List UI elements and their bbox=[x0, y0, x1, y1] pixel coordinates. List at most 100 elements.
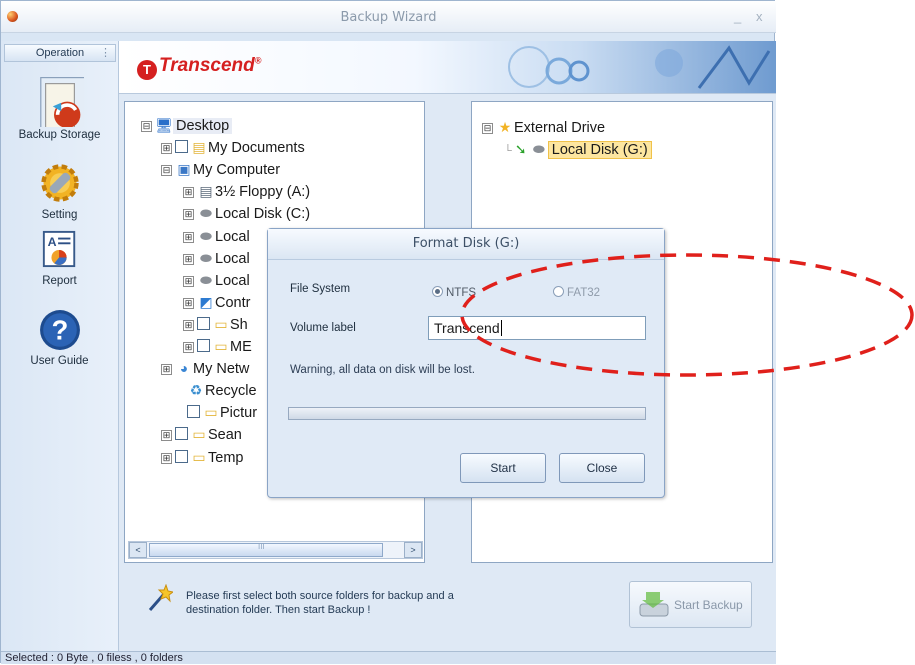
expand-toggle[interactable]: ⊞ bbox=[183, 319, 194, 331]
folder-icon: ▭ bbox=[214, 315, 228, 332]
operation-header-label: Operation bbox=[35, 47, 85, 59]
scroll-thumb[interactable]: III bbox=[149, 542, 383, 557]
tree-row[interactable]: ⊞ ⬬ Local bbox=[183, 247, 250, 269]
disk-icon: ⬬ bbox=[200, 227, 212, 244]
folder-checkbox[interactable] bbox=[197, 316, 210, 330]
control-panel-icon: ◩ bbox=[199, 293, 213, 310]
folder-checkbox[interactable] bbox=[197, 339, 210, 352]
tree-label: 3½ Floppy (A:) bbox=[215, 184, 311, 201]
operation-header: Operation ⋮ bbox=[4, 44, 116, 62]
sidebar-item-setting-label: Setting bbox=[41, 209, 78, 221]
tree-label: Local bbox=[215, 250, 250, 267]
tree-label: Recycle bbox=[205, 383, 257, 400]
tree-label: External Drive bbox=[514, 120, 606, 136]
tree-row[interactable]: ▭ Pictur bbox=[173, 401, 257, 423]
tree-row[interactable]: ⊞ ⬬ Local bbox=[183, 269, 250, 291]
tree-row[interactable]: ⊞ ▭ Temp bbox=[161, 446, 243, 468]
folder-checkbox[interactable] bbox=[175, 427, 188, 441]
tree-row[interactable]: ⊞ ⬬ Local Disk (C:) bbox=[183, 202, 310, 224]
window-title: Backup Wizard bbox=[340, 10, 437, 25]
tree-label: My Computer bbox=[193, 162, 281, 179]
tree-row[interactable]: ⊟ 🖥 Desktop bbox=[141, 114, 233, 136]
tree-row[interactable]: ⊞ ▤ My Documents bbox=[161, 136, 305, 158]
tree-row[interactable]: ⊞ ▭ Sean bbox=[161, 423, 242, 445]
expand-toggle[interactable]: ⊞ bbox=[161, 452, 172, 464]
backup-storage-icon bbox=[39, 77, 84, 127]
expand-toggle[interactable]: ⊞ bbox=[161, 143, 172, 155]
floppy-icon: ▤ bbox=[199, 183, 213, 200]
format-close-button[interactable]: Close bbox=[559, 453, 645, 483]
sidebar-item-user-guide[interactable]: ? User Guide bbox=[1, 309, 118, 367]
title-bar[interactable]: Backup Wizard _ x bbox=[1, 1, 776, 33]
transcend-logo-mark: T bbox=[137, 60, 157, 80]
collapse-toggle[interactable]: ⊟ bbox=[482, 123, 493, 134]
tree-row[interactable]: ⊞ ◕ My Netw bbox=[161, 357, 249, 379]
sidebar-item-backup-storage[interactable]: Backup Storage bbox=[1, 69, 118, 141]
tree-row-local-disk-g[interactable]: └ ➘ ⬬ Local Disk (G:) bbox=[504, 138, 652, 160]
tree-label: Pictur bbox=[220, 405, 258, 422]
tree-label: Desktop bbox=[173, 118, 233, 134]
star-icon: ★ bbox=[498, 119, 512, 135]
folder-checkbox[interactable] bbox=[175, 140, 188, 154]
tree-row[interactable]: ⊞ ▭ ME bbox=[183, 335, 252, 357]
sidebar-item-user-guide-label: User Guide bbox=[30, 355, 89, 367]
expand-toggle[interactable]: ⊞ bbox=[183, 342, 194, 353]
disk-icon: ⬬ bbox=[200, 271, 212, 288]
tree-row[interactable]: ⊞ ▤ 3½ Floppy (A:) bbox=[183, 180, 310, 202]
expand-toggle[interactable]: ⊞ bbox=[161, 430, 172, 442]
sidebar-item-setting[interactable]: Setting bbox=[1, 161, 118, 221]
expand-toggle[interactable]: ⊞ bbox=[161, 364, 172, 376]
tree-row[interactable]: ⊟ ▣ My Computer bbox=[161, 158, 280, 180]
brand-banner: T Transcend® bbox=[119, 41, 776, 94]
desktop-icon: 🖥 bbox=[155, 117, 173, 133]
expand-toggle[interactable]: ⊟ bbox=[161, 165, 172, 177]
expand-toggle[interactable]: ⊞ bbox=[183, 231, 194, 243]
minimize-button[interactable]: _ bbox=[734, 9, 741, 24]
folder-checkbox[interactable] bbox=[175, 449, 188, 463]
disk-icon: ⬬ bbox=[532, 141, 545, 157]
disk-icon: ⬬ bbox=[200, 205, 212, 222]
format-progress-bar bbox=[288, 407, 646, 420]
volume-label-caption: Volume label bbox=[290, 322, 356, 334]
help-question-icon: ? bbox=[39, 310, 80, 350]
tree-row[interactable]: ⊞ ▭ Sh bbox=[183, 313, 248, 335]
computer-icon: ▣ bbox=[177, 161, 191, 178]
expand-toggle[interactable]: ⊞ bbox=[183, 253, 194, 265]
sidebar-item-report-label: Report bbox=[42, 275, 77, 287]
tree-label: ME bbox=[230, 339, 252, 355]
network-icon: ◕ bbox=[179, 360, 189, 377]
operation-sidebar: Operation ⋮ Backup Storage Setting A Rep… bbox=[1, 41, 119, 651]
tree-row[interactable]: ⊞ ⬬ Local bbox=[183, 225, 250, 247]
folder-checkbox[interactable] bbox=[187, 405, 200, 419]
transcend-logo: T Transcend® bbox=[137, 55, 261, 80]
tree-label: Contr bbox=[215, 294, 251, 311]
source-horizontal-scrollbar[interactable]: < III > bbox=[128, 541, 423, 559]
sidebar-item-report[interactable]: A Report bbox=[1, 227, 118, 287]
tree-label: Sean bbox=[208, 427, 242, 444]
scroll-left-button[interactable]: < bbox=[129, 542, 147, 558]
expand-toggle[interactable]: ⊞ bbox=[183, 209, 194, 221]
expand-toggle[interactable]: ⊞ bbox=[183, 275, 194, 287]
tree-label: Temp bbox=[208, 449, 244, 466]
start-backup-button[interactable]: Start Backup bbox=[629, 581, 752, 628]
registered-mark: ® bbox=[254, 55, 262, 66]
documents-folder-icon: ▤ bbox=[192, 139, 206, 156]
scroll-right-button[interactable]: > bbox=[404, 542, 422, 558]
close-window-button[interactable]: x bbox=[756, 9, 763, 24]
tree-row[interactable]: ⊞ ◩ Contr bbox=[183, 291, 250, 313]
svg-text:A: A bbox=[47, 235, 56, 249]
expand-toggle[interactable]: ⊞ bbox=[183, 187, 194, 199]
expand-toggle[interactable]: ⊟ bbox=[141, 121, 152, 132]
grip-icon[interactable]: ⋮ bbox=[100, 45, 111, 61]
radio-selected-icon bbox=[432, 286, 443, 297]
format-start-button[interactable]: Start bbox=[460, 453, 546, 483]
tree-row[interactable]: ♻ Recycle bbox=[173, 379, 257, 401]
folder-icon: ▭ bbox=[192, 426, 206, 443]
tree-row-external-drive[interactable]: ⊟ ★ External Drive bbox=[482, 116, 605, 138]
start-backup-label: Start Backup bbox=[674, 598, 743, 612]
scroll-grip: III bbox=[258, 542, 265, 551]
arrow-green-icon: ➘ bbox=[514, 141, 527, 157]
tree-label: Local Disk (C:) bbox=[215, 206, 311, 223]
setting-gear-icon bbox=[40, 164, 79, 202]
expand-toggle[interactable]: ⊞ bbox=[183, 297, 194, 309]
